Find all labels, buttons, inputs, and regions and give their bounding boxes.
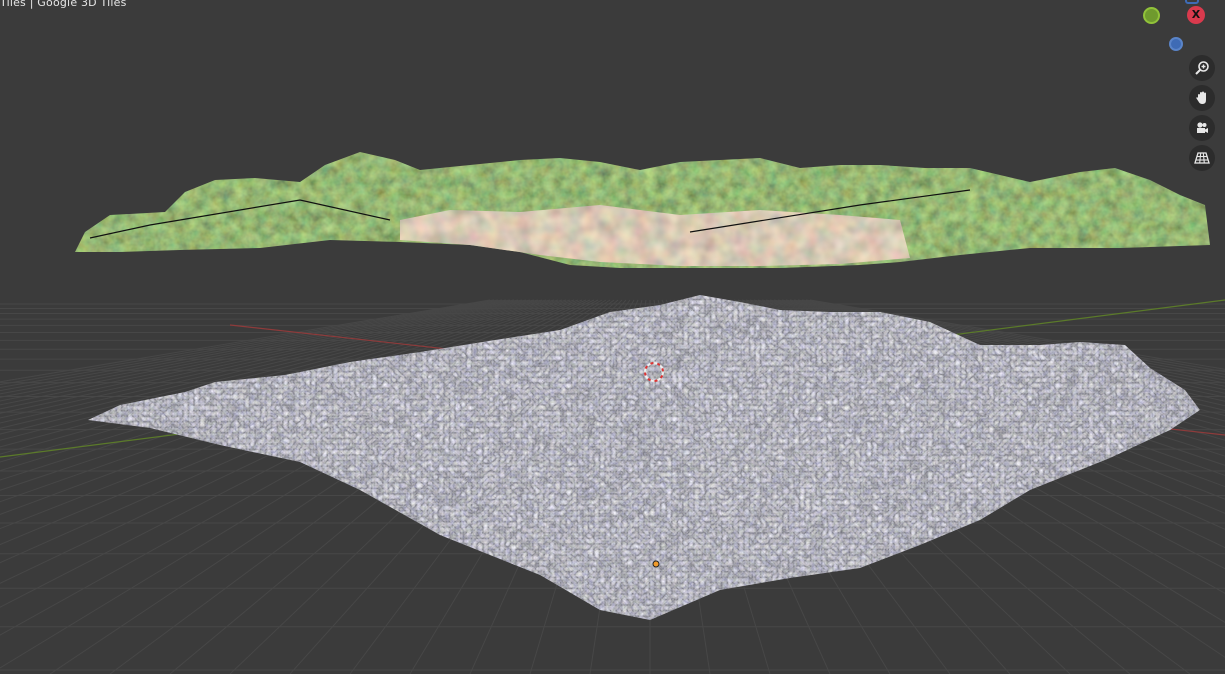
tiles-mesh-bottom[interactable] [88,295,1200,620]
viewport-overlay-label: Tiles | Google 3D Tiles [0,0,127,9]
gizmo-x-axis[interactable]: X [1187,6,1205,24]
viewport-nav-tools [1189,55,1217,175]
viewport-scene[interactable] [0,0,1225,674]
gizmo-z-axis[interactable] [1169,37,1183,51]
camera-icon [1197,122,1208,133]
pan-hand-icon [1196,91,1206,104]
perspective-grid-icon [1194,152,1210,164]
pan-button[interactable] [1189,85,1215,111]
gizmo-y-axis[interactable] [1143,7,1160,24]
3d-viewport[interactable]: Tiles | Google 3D Tiles X [0,0,1225,674]
zoom-icon [1195,61,1209,75]
camera-view-button[interactable] [1189,115,1215,141]
perspective-toggle-button[interactable] [1189,145,1215,171]
zoom-button[interactable] [1189,55,1215,81]
tiles-mesh-top[interactable] [75,152,1210,268]
object-origin-dot[interactable] [652,560,660,568]
navigation-gizmo[interactable]: X [1125,0,1225,60]
gizmo-z-top-indicator[interactable] [1185,0,1199,4]
